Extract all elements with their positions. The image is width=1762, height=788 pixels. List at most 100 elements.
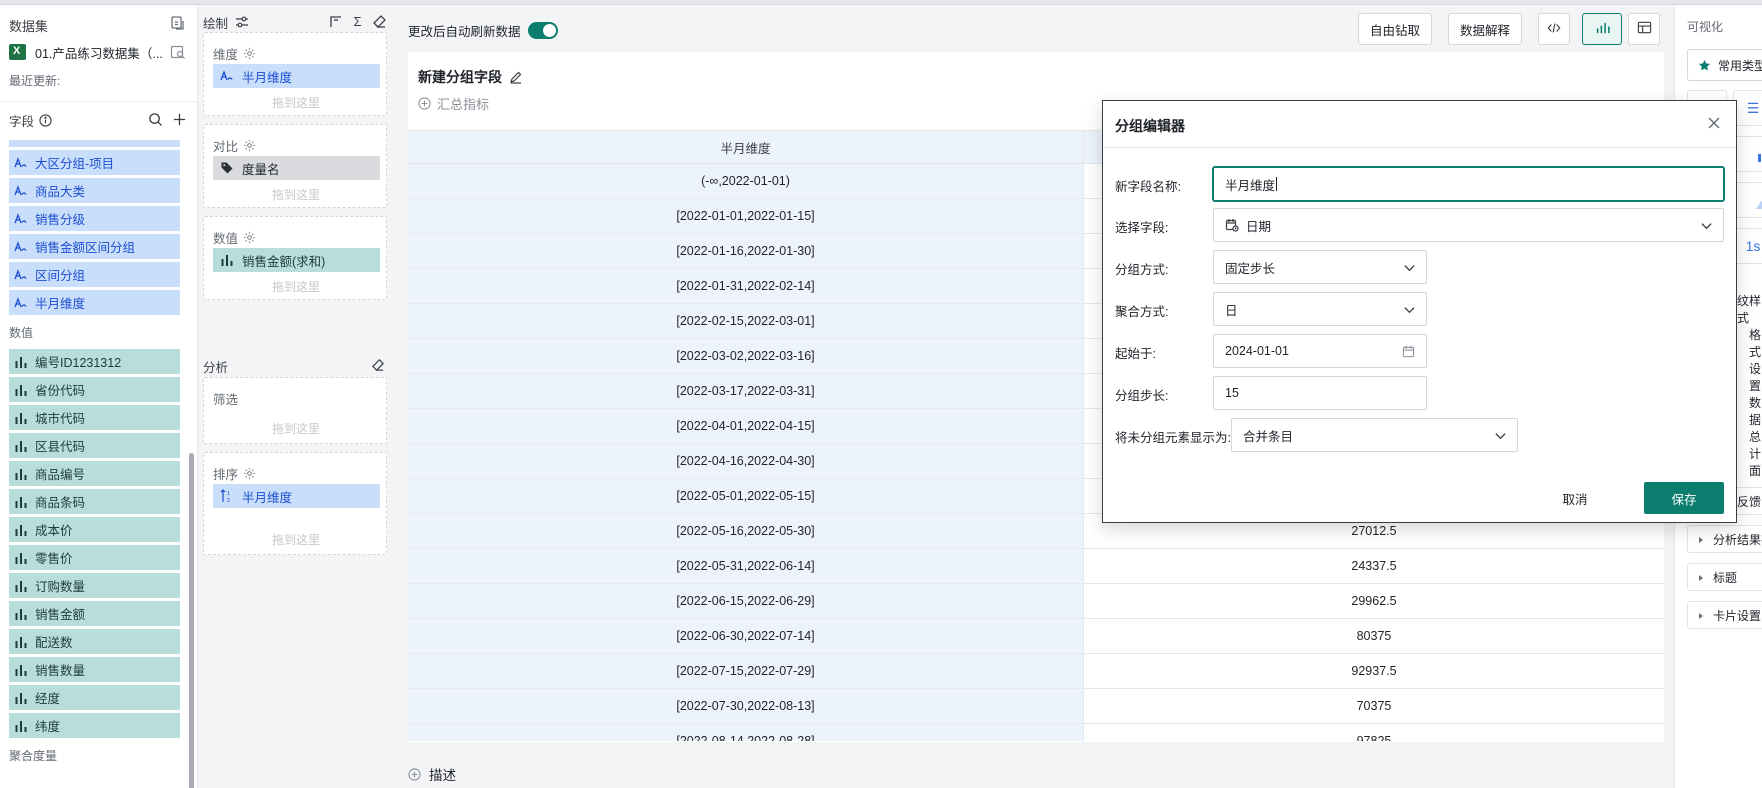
field-list-scrollbar[interactable] — [189, 453, 194, 788]
dimension-item-partial[interactable] — [9, 140, 180, 147]
viz-setting-item[interactable]: 设置 — [1749, 360, 1762, 394]
measure-field-item[interactable]: 商品条码 — [9, 489, 180, 514]
measure-field-label: 成本价 — [35, 524, 73, 538]
measure-field-item[interactable]: 销售金额 — [9, 601, 180, 626]
field-name-input[interactable]: 半月维度 — [1213, 167, 1724, 201]
area-chart-type-icon[interactable] — [1733, 182, 1762, 218]
gear-icon[interactable] — [243, 139, 256, 152]
start-date-picker[interactable]: 2024-01-01 — [1213, 334, 1427, 368]
dataset-file[interactable]: 01.产品练习数据集（... — [9, 42, 163, 62]
drop-hint: 拖到这里 — [271, 533, 320, 547]
viz-section-collapsible[interactable]: 分析结果存 — [1687, 525, 1762, 553]
measure-field-item[interactable]: 订购数量 — [9, 573, 180, 598]
viz-setting-item[interactable]: 格式 — [1749, 326, 1762, 360]
compare-well[interactable]: 对比 度量名 拖到这里 — [203, 124, 387, 208]
sigma-icon[interactable]: Σ — [350, 14, 365, 29]
switch-dataset-icon[interactable] — [170, 15, 186, 31]
value-well-label: 数值 — [213, 232, 239, 246]
chevron-down-icon — [1403, 303, 1416, 316]
measure-field-icon — [14, 523, 28, 537]
data-explain-button[interactable]: 数据解释 — [1448, 13, 1522, 45]
compare-chip[interactable]: 度量名 — [213, 156, 380, 180]
viz-setting-item[interactable]: 总计 — [1749, 428, 1762, 462]
preview-dataset-icon[interactable] — [170, 44, 186, 60]
measure-field-item[interactable]: 销售数量 — [9, 657, 180, 682]
search-icon[interactable] — [148, 112, 163, 127]
dimension-field-icon — [14, 268, 28, 282]
dimension-field-item[interactable]: 区间分组 — [9, 262, 180, 287]
dimension-field-item[interactable]: 商品大类 — [9, 178, 180, 203]
gear-icon[interactable] — [243, 47, 256, 60]
measure-field-item[interactable]: 成本价 — [9, 517, 180, 542]
info-icon[interactable] — [39, 113, 52, 127]
chart-view-button[interactable] — [1582, 13, 1622, 45]
dimension-field-item[interactable]: 半月维度 — [9, 290, 180, 315]
add-circle-icon — [408, 767, 421, 781]
save-button[interactable]: 保存 — [1644, 482, 1724, 514]
value-well[interactable]: 数值 销售金额(求和) 拖到这里 — [203, 216, 387, 300]
common-types-button[interactable]: 常用类型 — [1687, 49, 1762, 81]
measure-field-item[interactable]: 城市代码 — [9, 405, 180, 430]
eraser-icon[interactable] — [372, 14, 387, 29]
bar-chart-type-icon[interactable] — [1733, 136, 1762, 172]
filter-well[interactable]: 筛选 拖到这里 — [203, 377, 387, 444]
viz-setting-item[interactable]: 纹样式 — [1737, 292, 1762, 326]
list-chart-icon[interactable]: ☰ — [1733, 90, 1762, 126]
ungrouped-display-value: 合并条目 — [1243, 429, 1294, 444]
dimension-field-item[interactable]: 销售分级 — [9, 206, 180, 231]
add-description[interactable]: 描述 — [408, 764, 456, 784]
table-row: [2022-06-15,2022-06-29] 29962.5 — [408, 584, 1664, 619]
value-cell: 29962.5 — [1351, 594, 1397, 608]
range-cell: [2022-03-02,2022-03-16] — [408, 339, 1084, 373]
aggregation-dropdown[interactable]: 日 — [1213, 292, 1427, 326]
viz-setting-item[interactable]: 面 — [1749, 462, 1761, 479]
measure-field-item[interactable]: 零售价 — [9, 545, 180, 570]
group-editor-dialog: 分组编辑器 新字段名称: 半月维度 选择字段: 日期 分组方式: 固定步长 聚合… — [1102, 100, 1737, 523]
star-icon — [1698, 59, 1711, 72]
viz-setting-item[interactable]: 数据 — [1749, 394, 1762, 428]
code-view-button[interactable] — [1538, 13, 1570, 45]
group-method-dropdown[interactable]: 固定步长 — [1213, 250, 1427, 284]
free-drill-button[interactable]: 自由钻取 — [1358, 13, 1432, 45]
close-icon[interactable] — [1706, 115, 1722, 131]
range-cell: [2022-04-01,2022-04-15] — [408, 409, 1084, 443]
add-field-icon[interactable] — [172, 112, 187, 127]
aggregation-label: 聚合方式: — [1115, 305, 1169, 319]
group-step-input[interactable]: 15 — [1213, 376, 1427, 410]
measure-field-item[interactable]: 配送数 — [9, 629, 180, 654]
measure-field-item[interactable]: 纬度 — [9, 713, 180, 738]
value-chip[interactable]: 销售金额(求和) — [213, 248, 380, 272]
sort-chip[interactable]: 12 半月维度 — [213, 484, 380, 508]
measure-field-icon — [14, 691, 28, 705]
measure-field-item[interactable]: 编号ID1231312 — [9, 349, 180, 374]
measure-field-item[interactable]: 商品编号 — [9, 461, 180, 486]
value-chip-label: 销售金额(求和) — [242, 254, 326, 269]
edit-pencil-icon[interactable] — [509, 70, 523, 84]
measure-field-item[interactable]: 经度 — [9, 685, 180, 710]
table-view-button[interactable] — [1628, 13, 1660, 45]
kpi-number-icon[interactable]: 1s — [1733, 228, 1762, 264]
select-field-dropdown[interactable]: 日期 — [1213, 208, 1724, 242]
dimension-chip[interactable]: 半月维度 — [213, 64, 380, 88]
dimension-field-item[interactable]: 大区分组-项目 — [9, 150, 180, 175]
viz-section-collapsible[interactable]: 卡片设置 — [1687, 601, 1762, 629]
range-cell: [2022-04-16,2022-04-30] — [408, 444, 1084, 478]
range-cell: [2022-07-15,2022-07-29] — [408, 654, 1084, 688]
auto-refresh-toggle[interactable] — [527, 22, 558, 39]
gear-icon[interactable] — [243, 467, 256, 480]
cancel-button[interactable]: 取消 — [1545, 482, 1605, 514]
eraser-icon[interactable] — [371, 358, 385, 372]
measure-field-label: 编号ID1231312 — [35, 356, 122, 370]
viz-section-collapsible[interactable]: 标题 — [1687, 563, 1762, 591]
sort-well[interactable]: 排序 12 半月维度 拖到这里 — [203, 452, 387, 555]
dimension-well[interactable]: 维度 半月维度 拖到这里 — [203, 32, 387, 116]
ungrouped-display-dropdown[interactable]: 合并条目 — [1231, 418, 1518, 452]
measure-field-item[interactable]: 省份代码 — [9, 377, 180, 402]
column-header[interactable]: 半月维度 — [408, 131, 1084, 163]
dimension-field-item[interactable]: 销售金额区间分组 — [9, 234, 180, 259]
gear-icon[interactable] — [243, 231, 256, 244]
add-summary-metric[interactable]: 汇总指标 — [418, 94, 489, 113]
axis-corner-icon[interactable] — [328, 14, 343, 29]
adjust-icon[interactable] — [235, 15, 249, 29]
measure-field-item[interactable]: 区县代码 — [9, 433, 180, 458]
